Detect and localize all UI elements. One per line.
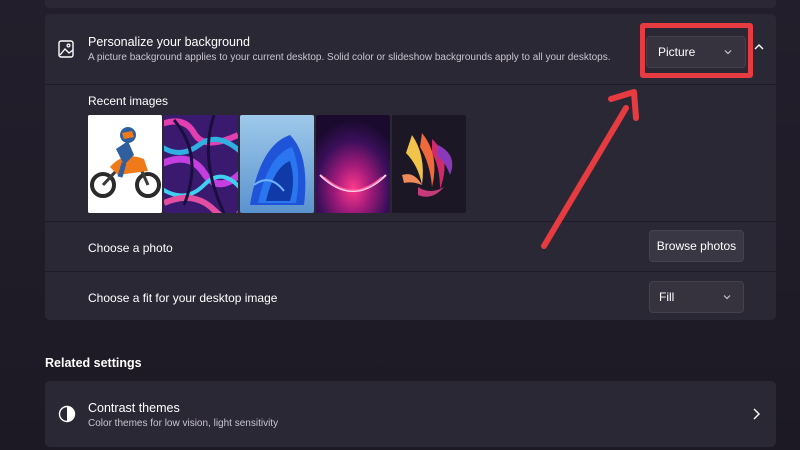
choose-photo-label: Choose a photo — [88, 241, 173, 255]
personalize-background-description: A picture background applies to your cur… — [88, 52, 611, 63]
recent-image-colorful-ribbons[interactable] — [392, 115, 466, 213]
picture-frame-icon — [58, 40, 74, 58]
contrast-themes-description: Color themes for low vision, light sensi… — [88, 418, 279, 429]
annotation-highlight-box — [640, 23, 753, 78]
blue-bloom-image — [240, 115, 314, 213]
contrast-themes-title: Contrast themes — [88, 401, 180, 415]
browse-photos-button[interactable]: Browse photos — [649, 230, 744, 262]
recent-image-blue-bloom[interactable] — [240, 115, 314, 213]
fit-dropdown[interactable]: Fill — [649, 281, 744, 313]
chevron-right-icon — [753, 408, 760, 420]
personalize-background-title: Personalize your background — [88, 35, 250, 49]
divider — [45, 84, 776, 85]
settings-page: Personalize your background A picture ba… — [0, 0, 800, 450]
personalize-background-card: Personalize your background A picture ba… — [45, 14, 776, 320]
choose-fit-label: Choose a fit for your desktop image — [88, 291, 278, 305]
recent-images-label: Recent images — [88, 94, 169, 108]
chevron-down-icon — [723, 295, 731, 300]
fit-dropdown-value: Fill — [659, 290, 675, 304]
recent-image-purple-glow[interactable] — [316, 115, 390, 213]
previous-card-edge — [45, 0, 776, 8]
chevron-up-icon[interactable] — [752, 40, 766, 54]
recent-image-motorcycle[interactable] — [88, 115, 162, 213]
purple-swirls-image — [164, 115, 238, 213]
divider — [45, 221, 776, 222]
colorful-ribbons-image — [392, 115, 466, 213]
personalize-background-header[interactable]: Personalize your background A picture ba… — [45, 14, 776, 84]
contrast-icon — [58, 405, 76, 423]
motorcycle-image — [88, 115, 162, 213]
contrast-themes-card[interactable]: Contrast themes Color themes for low vis… — [45, 381, 776, 447]
recent-image-purple-swirls[interactable] — [164, 115, 238, 213]
divider — [45, 271, 776, 272]
related-settings-heading: Related settings — [45, 356, 142, 370]
purple-glow-image — [316, 115, 390, 213]
